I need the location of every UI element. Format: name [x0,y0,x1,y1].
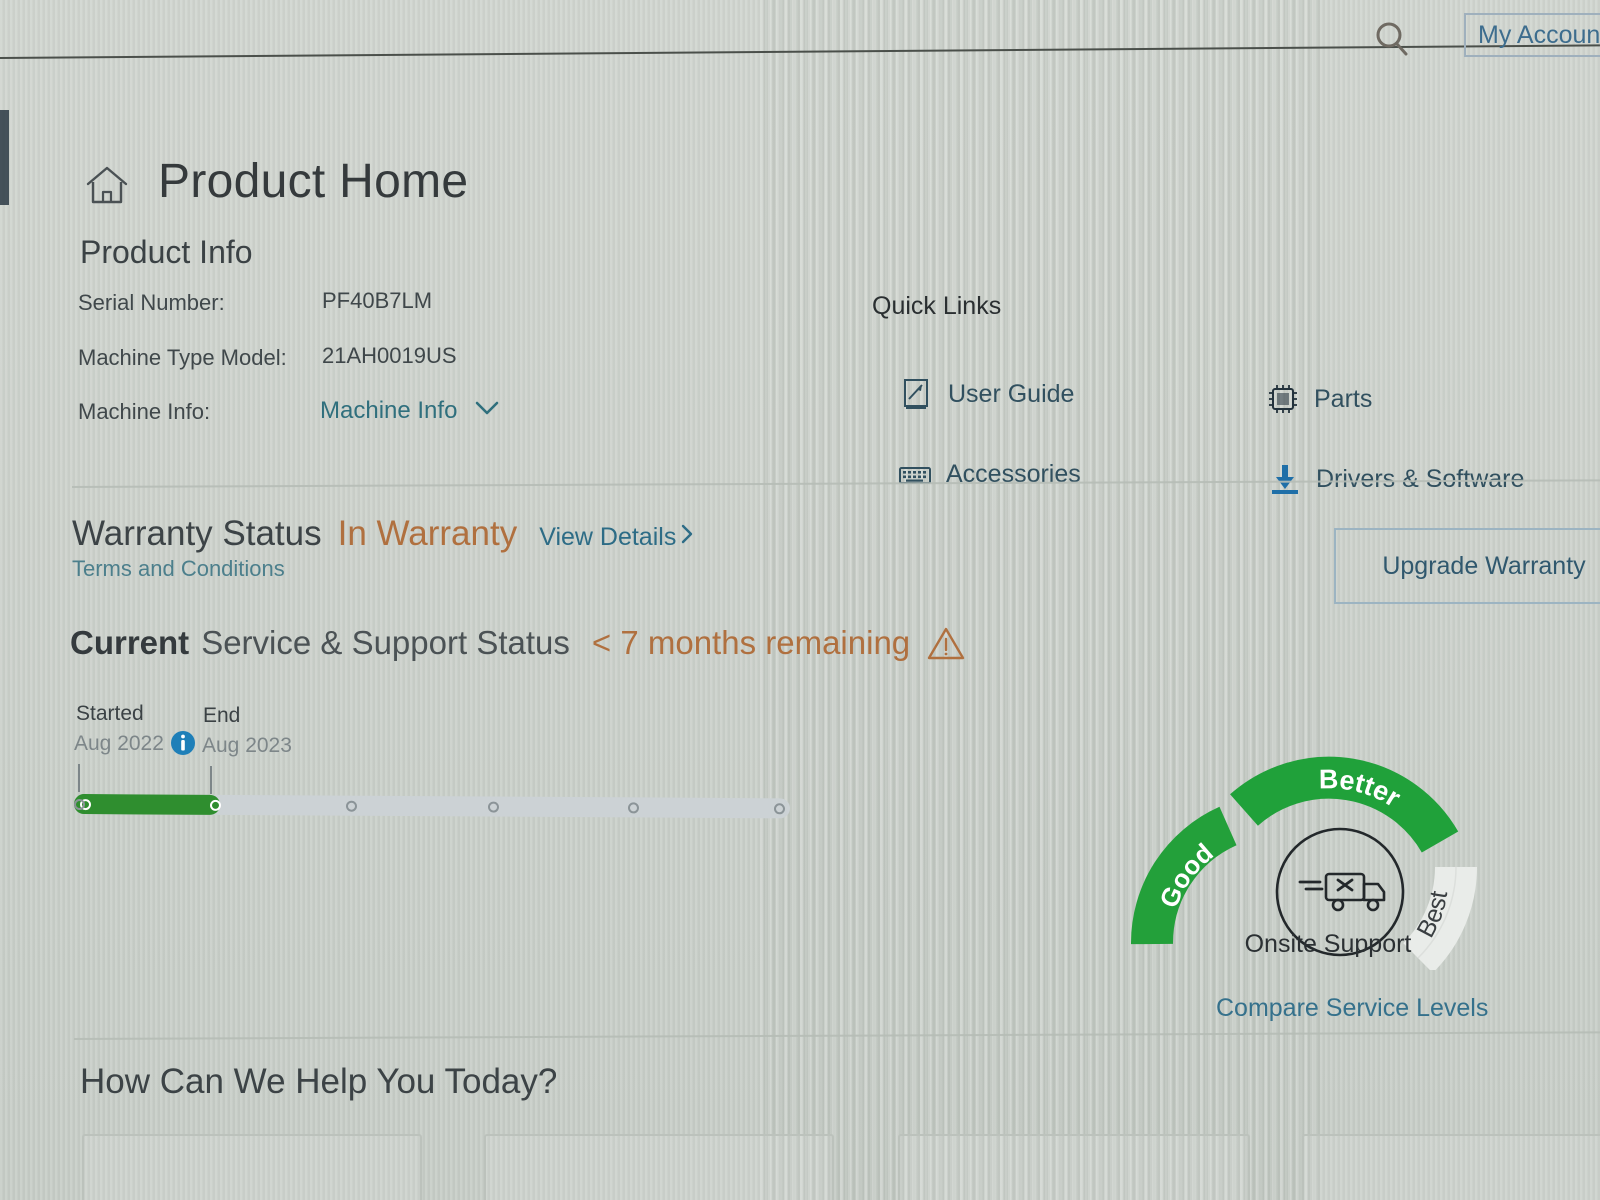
upgrade-warranty-label: Upgrade Warranty [1382,551,1586,580]
timeline-end-date: Aug 2023 [202,734,292,757]
onsite-support-label: Onsite Support [1244,930,1412,958]
timeline-dot [345,800,358,812]
service-status-current-word: Current [70,624,190,661]
timeline-end-tick [210,766,212,794]
search-icon[interactable] [1372,19,1412,59]
timeline-start-caption: Started [76,702,144,725]
quick-link-accessories[interactable]: Accessories [898,457,1081,491]
screen-photo: My Account Product Home Product Info Ser… [0,0,1600,1200]
help-card[interactable] [1302,1134,1600,1200]
quick-links-heading: Quick Links [872,292,1002,320]
quick-link-label: Accessories [946,459,1081,488]
top-bar-divider [0,44,1600,59]
timeline-dot [773,803,786,815]
quick-link-label: User Guide [948,379,1075,408]
warranty-status-value: In Warranty [337,514,518,553]
help-card[interactable] [898,1134,1250,1200]
quick-link-parts[interactable]: Parts [1266,382,1372,416]
service-status-label: Service & Support Status [201,624,570,661]
warranty-status-row: Warranty Status In Warranty View Details [72,514,694,554]
my-account-label: My Account [1478,21,1600,49]
delivery-truck-icon [1298,872,1386,912]
timeline-start-date: Aug 2022 [74,732,164,755]
serial-number-value: PF40B7LM [322,288,433,313]
machine-info-dropdown-label: Machine Info [320,397,458,424]
info-icon[interactable] [170,730,196,756]
help-card[interactable] [82,1134,422,1200]
machine-type-model-value: 21AH0019US [322,343,457,368]
product-info-heading: Product Info [80,234,253,270]
timeline-dot [627,802,640,814]
warning-triangle-icon [926,625,966,661]
machine-type-model-label: Machine Type Model: [78,345,287,370]
quick-link-label: Parts [1314,384,1373,413]
upgrade-warranty-button[interactable]: Upgrade Warranty [1334,528,1600,604]
service-support-status-row: Current Service & Support Status < 7 mon… [70,624,966,662]
quick-link-user-guide[interactable]: User Guide [900,377,1074,411]
top-bar: My Account [0,0,1600,62]
chevron-down-icon [474,395,500,423]
chip-icon [1266,382,1300,416]
timeline-track [73,794,791,819]
chevron-right-icon [680,523,694,552]
my-account-button[interactable]: My Account [1464,13,1600,57]
timeline-dot [73,799,86,811]
machine-info-dropdown[interactable]: Machine Info [320,395,500,425]
serial-number-label: Serial Number: [78,290,225,315]
compare-service-levels-link[interactable]: Compare Service Levels [1216,994,1488,1023]
timeline-dot [487,801,500,813]
view-details-label: View Details [539,523,677,551]
download-icon [1268,462,1302,496]
service-level-gauge: Good Better Best Onsite Support [1118,730,1538,970]
section-divider [73,1031,1600,1040]
timeline-start-tick [78,764,80,792]
warranty-status-label: Warranty Status [72,514,322,553]
user-guide-icon [900,377,934,411]
view-details-link[interactable]: View Details [539,523,694,552]
keyboard-icon [898,457,932,491]
timeline-end-caption: End [203,704,241,727]
timeline-dot [209,799,222,811]
help-section-heading: How Can We Help You Today? [80,1062,558,1101]
service-status-remaining: < 7 months remaining [591,624,911,661]
terms-and-conditions-link[interactable]: Terms and Conditions [72,556,285,582]
warranty-timeline: Started Aug 2022 End Aug 2023 [70,702,810,832]
timeline-fill [73,794,221,815]
home-icon[interactable] [84,162,130,208]
help-card[interactable] [484,1134,834,1200]
sidebar-edge-stub[interactable] [0,110,9,205]
machine-info-label: Machine Info: [78,399,211,424]
page-title: Product Home [158,155,469,208]
